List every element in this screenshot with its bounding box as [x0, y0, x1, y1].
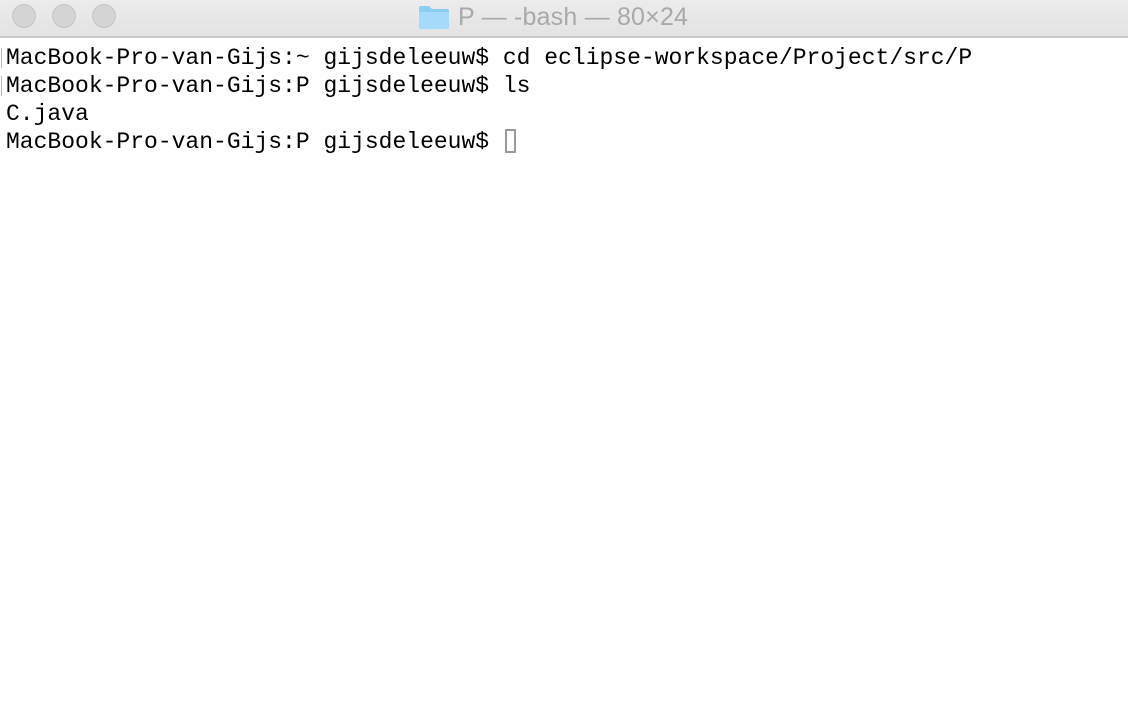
- terminal-window: P — -bash — 80×24 MacBook-Pro-van-Gijs:~…: [0, 0, 1128, 720]
- terminal-line: MacBook-Pro-van-Gijs:~ gijsdeleeuw$ cd e…: [0, 44, 1128, 72]
- minimize-button[interactable]: [52, 4, 76, 28]
- title-bar[interactable]: P — -bash — 80×24: [0, 0, 1128, 38]
- terminal-line: MacBook-Pro-van-Gijs:P gijsdeleeuw$ ls: [0, 72, 1128, 100]
- terminal-output[interactable]: MacBook-Pro-van-Gijs:~ gijsdeleeuw$ cd e…: [0, 44, 1128, 720]
- terminal-prompt-line[interactable]: MacBook-Pro-van-Gijs:P gijsdeleeuw$: [0, 128, 1128, 156]
- folder-icon: [419, 6, 449, 29]
- line-marker: [1, 76, 4, 96]
- line-marker: [1, 48, 4, 68]
- terminal-line: C.java: [0, 100, 1128, 128]
- window-title-group: P — -bash — 80×24: [418, 2, 688, 32]
- terminal-prompt: MacBook-Pro-van-Gijs:P gijsdeleeuw$: [6, 129, 503, 155]
- zoom-button[interactable]: [92, 4, 116, 28]
- window-title: P — -bash — 80×24: [458, 2, 689, 31]
- terminal-line-text: C.java: [6, 101, 89, 127]
- close-button[interactable]: [12, 4, 36, 28]
- text-cursor[interactable]: [504, 129, 516, 153]
- terminal-line-text: MacBook-Pro-van-Gijs:~ gijsdeleeuw$ cd e…: [6, 45, 973, 71]
- terminal-line-text: MacBook-Pro-van-Gijs:P gijsdeleeuw$ ls: [6, 73, 531, 99]
